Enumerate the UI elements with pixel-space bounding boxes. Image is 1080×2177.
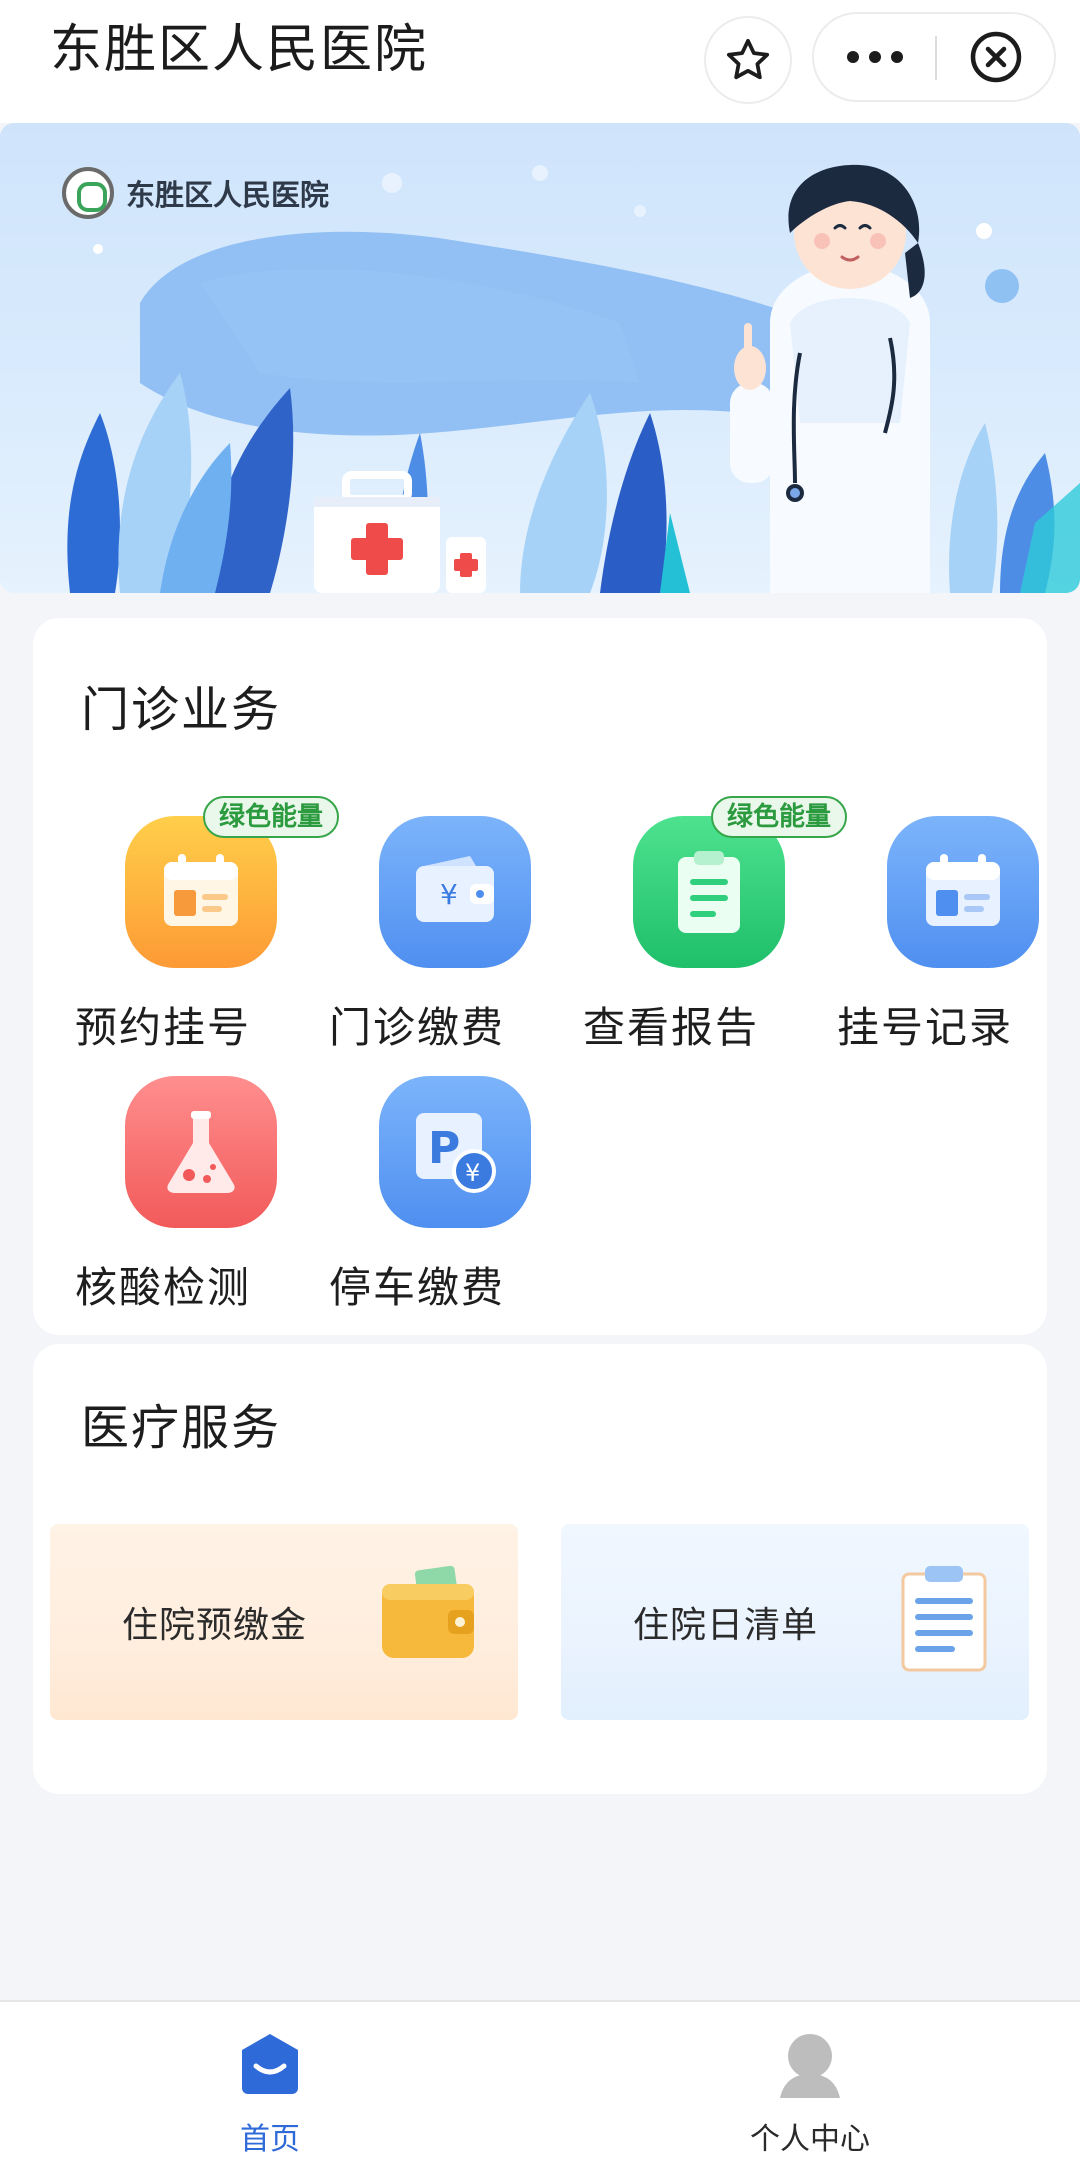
green-energy-badge: 绿色能量: [711, 796, 848, 838]
bottom-navigation: 首页 个人中心: [0, 2000, 1080, 2177]
medical-section-title: 医疗服务: [81, 1400, 282, 1456]
user-icon: [780, 2034, 840, 2098]
report-icon: [633, 816, 785, 968]
tile-label: 住院预缴金: [122, 1605, 308, 1646]
nav-label: 首页: [240, 2122, 300, 2157]
service-label: 预约挂号: [75, 1003, 252, 1052]
service-label: 核酸检测: [75, 1263, 252, 1312]
svg-text:¥: ¥: [440, 878, 458, 911]
parking-icon: P ¥: [379, 1076, 531, 1228]
flask-icon: [125, 1076, 277, 1228]
service-parking-payment[interactable]: P ¥ 停车缴费: [329, 1076, 531, 1312]
home-icon: [242, 2034, 298, 2094]
service-label: 挂号记录: [837, 1003, 1014, 1052]
hospital-banner[interactable]: 东胜区人民医院: [0, 123, 1080, 593]
inpatient-deposit-tile[interactable]: 住院预缴金: [50, 1524, 518, 1720]
star-icon: [726, 38, 770, 80]
mini-program-capsule: [812, 12, 1056, 102]
outpatient-section-title: 门诊业务: [81, 682, 282, 738]
app-title: 东胜区人民医院: [50, 20, 429, 80]
top-bar: 东胜区人民医院: [0, 0, 1080, 123]
wallet-icon: [382, 1565, 474, 1658]
svg-text:¥: ¥: [465, 1159, 480, 1187]
medical-services-card: 医疗服务 住院预缴金 住院日清单: [33, 1344, 1047, 1794]
inpatient-daily-bill-tile[interactable]: 住院日清单: [561, 1524, 1029, 1720]
wallet-icon: ¥: [379, 816, 531, 968]
clipboard-icon: [901, 1566, 987, 1672]
service-nucleic-acid-test[interactable]: 核酸检测: [75, 1076, 277, 1312]
green-energy-badge: 绿色能量: [203, 796, 340, 838]
service-label: 门诊缴费: [329, 1003, 506, 1052]
banner-logo-text: 东胜区人民医院: [126, 178, 330, 212]
page: 东胜区人民医院 东胜区人民医院 门诊业务 绿色能量 预约挂号 ¥ 门诊缴费 绿色…: [0, 0, 1080, 2177]
more-button[interactable]: [814, 14, 936, 100]
service-outpatient-payment[interactable]: ¥ 门诊缴费: [329, 816, 531, 1052]
calendar-icon: [125, 816, 277, 968]
nav-home[interactable]: 首页: [170, 2030, 370, 2160]
nav-profile[interactable]: 个人中心: [710, 2030, 910, 2160]
tile-label: 住院日清单: [633, 1605, 819, 1646]
service-appointment[interactable]: 绿色能量 预约挂号: [75, 796, 340, 1052]
nav-label: 个人中心: [750, 2122, 870, 2157]
service-label: 停车缴费: [329, 1263, 506, 1312]
close-icon: [970, 31, 1022, 83]
close-button[interactable]: [936, 14, 1056, 100]
outpatient-card: 门诊业务 绿色能量 预约挂号 ¥ 门诊缴费 绿色能量 查看报告 挂号记录 核酸检…: [33, 618, 1047, 1335]
service-registration-record[interactable]: 挂号记录: [837, 816, 1039, 1052]
hospital-logo-icon: [62, 167, 114, 219]
calendar-icon: [887, 816, 1039, 968]
service-view-report[interactable]: 绿色能量 查看报告: [583, 796, 848, 1052]
banner-logo: 东胜区人民医院: [62, 167, 329, 219]
favorite-button[interactable]: [704, 16, 792, 104]
more-icon: [847, 51, 903, 63]
service-label: 查看报告: [583, 1003, 760, 1052]
